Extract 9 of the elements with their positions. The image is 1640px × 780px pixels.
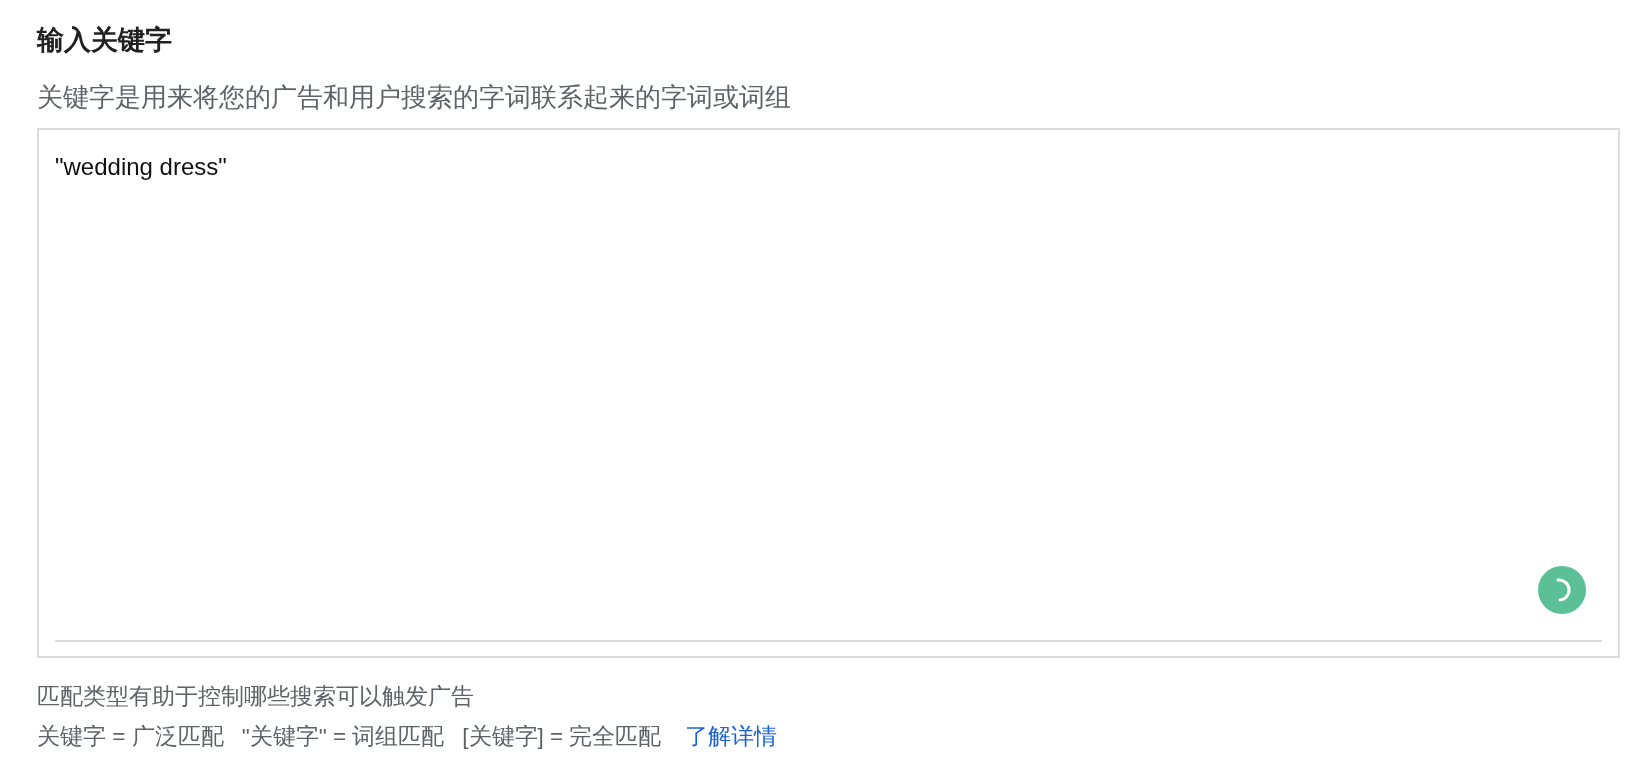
match-type-text: 关键字 = 广泛匹配 — [37, 723, 224, 751]
keyword-input[interactable]: "wedding dress" — [37, 128, 1620, 658]
match-type-text: "关键字" = 词组匹配 — [241, 723, 445, 751]
loading-spinner-icon — [1538, 566, 1586, 614]
learn-more-link[interactable]: 了解详情 — [685, 722, 778, 752]
help-text: 匹配类型有助于控制哪些搜索可以触发广告 — [37, 683, 474, 711]
description-text: 关键字是用来将您的广告和用户搜索的字词联系起来的字词或词组 — [37, 81, 791, 114]
section-heading: 输入关键字 — [37, 24, 172, 57]
match-type-text: [关键字] = 完全匹配 — [462, 723, 662, 751]
